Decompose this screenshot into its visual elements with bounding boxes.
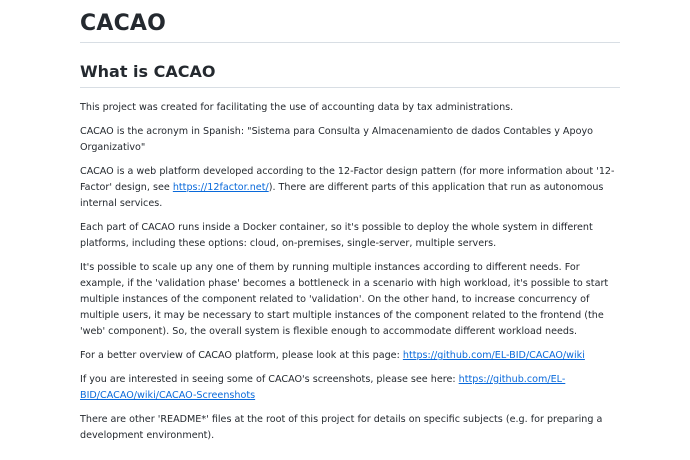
section-heading-what-is-cacao: What is CACAO xyxy=(80,61,620,88)
paragraph-screenshots-text: If you are interested in seeing some of … xyxy=(80,374,459,385)
paragraph-acronym: CACAO is the acronym in Spanish: "Sistem… xyxy=(80,126,593,153)
link-12factor[interactable]: https://12factor.net/ xyxy=(173,182,269,193)
paragraph-scaling: It's possible to scale up any one of the… xyxy=(80,262,609,337)
paragraph-overview: For a better overview of CACAO platform,… xyxy=(80,348,620,364)
paragraph-docker: Each part of CACAO runs inside a Docker … xyxy=(80,222,593,249)
page-title: CACAO xyxy=(80,0,620,43)
paragraph-12-factor: CACAO is a web platform developed accord… xyxy=(80,164,620,212)
link-wiki[interactable]: https://github.com/EL-BID/CACAO/wiki xyxy=(403,350,585,361)
paragraph-readme-files: There are other 'README*' files at the r… xyxy=(80,414,603,441)
paragraph-overview-text: For a better overview of CACAO platform,… xyxy=(80,350,403,361)
paragraph-screenshots: If you are interested in seeing some of … xyxy=(80,372,620,404)
readme-page: CACAO What is CACAO This project was cre… xyxy=(0,0,690,460)
paragraph-purpose: This project was created for facilitatin… xyxy=(80,102,514,113)
